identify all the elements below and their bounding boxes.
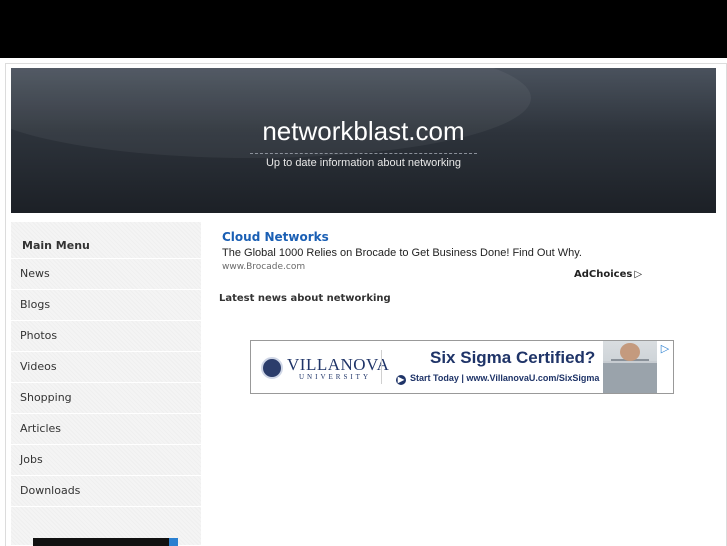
banner-photo xyxy=(603,341,657,393)
menu-item-news[interactable]: News xyxy=(11,259,201,290)
sidebar-title: Main Menu xyxy=(11,222,201,259)
site-header: networkblast.com Up to date information … xyxy=(11,68,716,213)
site-title[interactable]: networkblast.com xyxy=(11,116,716,147)
banner-brand-sub: UNIVERSITY xyxy=(299,373,371,381)
menu-item-videos[interactable]: Videos xyxy=(11,352,201,383)
banner-divider xyxy=(381,350,382,384)
menu-item-articles[interactable]: Articles xyxy=(11,414,201,445)
sidebar: Main Menu News Blogs Photos Videos Shopp… xyxy=(11,222,201,546)
title-divider xyxy=(250,153,477,154)
banner-headline: Six Sigma Certified? xyxy=(430,348,596,367)
text-ad-url[interactable]: www.Brocade.com xyxy=(222,262,305,272)
banner-ad[interactable]: VILLANOVA UNIVERSITY Six Sigma Certified… xyxy=(250,340,674,394)
menu-item-downloads[interactable]: Downloads xyxy=(11,476,201,507)
menu-item-photos[interactable]: Photos xyxy=(11,321,201,352)
arrow-circle-icon: ▶ xyxy=(396,375,406,385)
banner-cta-text: Start Today | www.VillanovaU.com/SixSigm… xyxy=(410,373,600,383)
adchoices-triangle-icon: ▷ xyxy=(634,269,643,280)
banner-cta[interactable]: ▶ Start Today | www.VillanovaU.com/SixSig… xyxy=(396,373,599,385)
university-seal-icon xyxy=(261,357,283,379)
banner-brand: VILLANOVA xyxy=(287,355,390,374)
menu-item-jobs[interactable]: Jobs xyxy=(11,445,201,476)
site-tagline: Up to date information about networking xyxy=(265,157,462,169)
adchoices-label: AdChoices xyxy=(574,269,633,280)
section-title: Latest news about networking xyxy=(219,293,391,304)
photo-person-head xyxy=(620,343,640,361)
menu-item-shopping[interactable]: Shopping xyxy=(11,383,201,414)
top-black-bar xyxy=(0,0,727,58)
text-ad-body[interactable]: The Global 1000 Relies on Brocade to Get… xyxy=(222,247,582,259)
ad-marker-icon[interactable]: ▷ xyxy=(659,343,671,355)
menu-item-blogs[interactable]: Blogs xyxy=(11,290,201,321)
adchoices-link[interactable]: AdChoices ▷ xyxy=(574,269,642,280)
photo-laptop xyxy=(603,361,657,393)
text-ad-title-link[interactable]: Cloud Networks xyxy=(222,230,329,244)
